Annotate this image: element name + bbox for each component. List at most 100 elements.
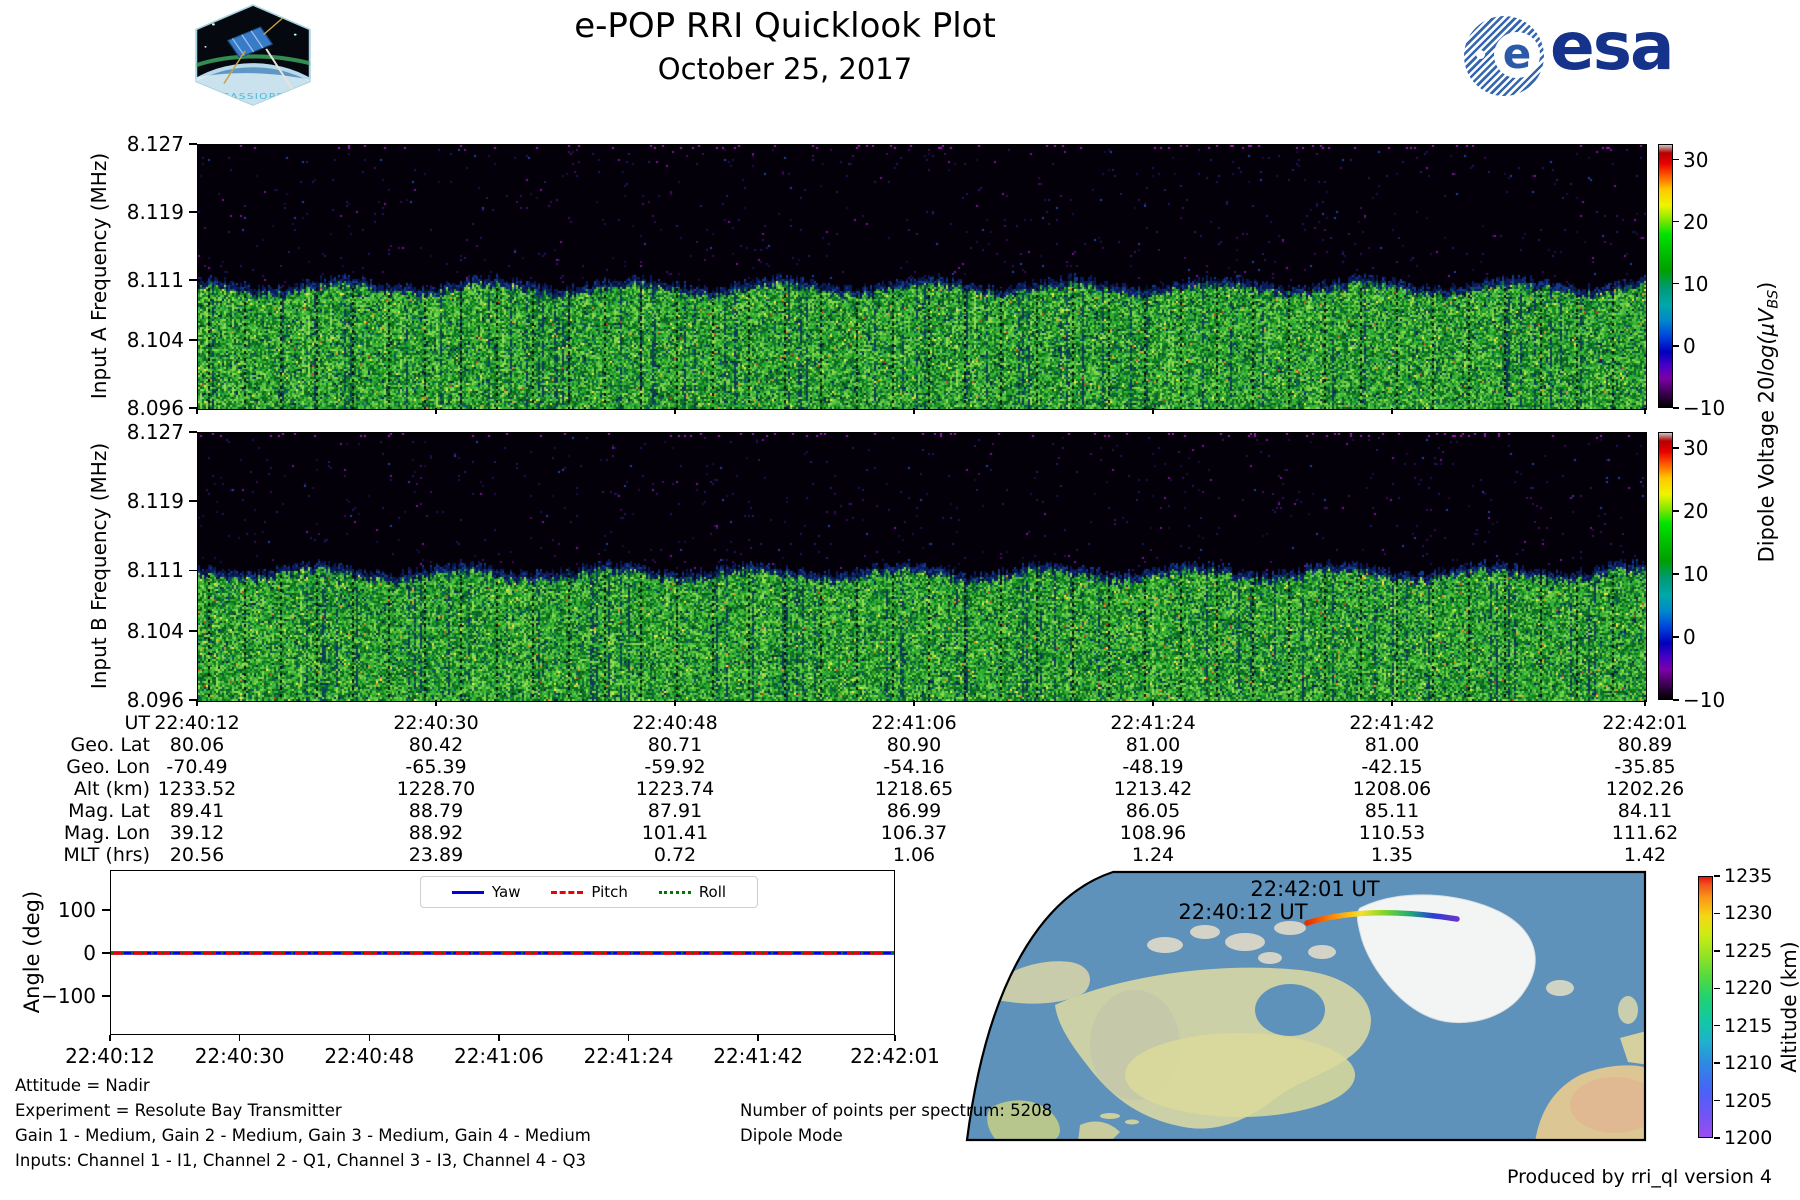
colorbar-tick-label: 0 [1683, 625, 1696, 650]
y-tick-label: 8.104 [126, 618, 184, 643]
y-tick-mark [189, 569, 197, 572]
altitude-tick-mark [1714, 987, 1720, 990]
ephemeris-value: 101.41 [641, 822, 709, 844]
spectrogram-a-frame [197, 144, 1647, 410]
legend-line-sample [658, 890, 691, 894]
spectrogram-b-ylabel: Input B Frequency (MHz) [87, 442, 111, 690]
ephemeris-value: 86.99 [886, 800, 942, 822]
ephemeris-value: 1228.70 [396, 778, 476, 800]
angle-x-tick-label: 22:40:48 [324, 1044, 415, 1068]
dipole-colorbar-label: Dipole Voltage 20log(μVBS) [1754, 281, 1782, 563]
x-tick-mark [435, 700, 437, 706]
ephemeris-value: 80.42 [408, 734, 464, 756]
colorbar-tick-label: 20 [1683, 209, 1709, 234]
points-note: Number of points per spectrum: 5208 [740, 1101, 1053, 1120]
altitude-tick-label: 1235 [1724, 865, 1773, 887]
ephemeris-value: 86.05 [1125, 800, 1181, 822]
colorbar-tick-label: 30 [1683, 435, 1709, 460]
x-tick-mark [1152, 408, 1154, 414]
legend-label: Pitch [591, 883, 628, 901]
ephemeris-value: 81.00 [1125, 734, 1181, 756]
altitude-tick-mark [1714, 1099, 1720, 1102]
ephemeris-value: 108.96 [1119, 822, 1187, 844]
y-tick-label: 8.111 [126, 268, 184, 293]
x-tick-mark [913, 700, 915, 706]
ephemeris-value: -35.85 [1614, 756, 1676, 778]
colorbar-tick-label: 10 [1683, 561, 1709, 586]
colorbar-tick-mark [1673, 636, 1679, 638]
legend-item-pitch: Pitch [551, 883, 628, 901]
gains-note: Gain 1 - Medium, Gain 2 - Medium, Gain 3… [15, 1126, 591, 1145]
ephemeris-value: 22:40:30 [393, 712, 479, 734]
altitude-tick-label: 1230 [1724, 902, 1773, 925]
altitude-tick-mark [1714, 875, 1720, 877]
mode-note: Dipole Mode [740, 1126, 843, 1145]
angle-x-tick-mark [894, 1035, 896, 1041]
angle-x-tick-label: 22:42:01 [850, 1044, 940, 1068]
legend-item-yaw: Yaw [451, 883, 521, 901]
angle-x-tick-mark [238, 1035, 241, 1041]
angle-x-tick-mark [627, 1035, 630, 1041]
angle-x-tick-label: 22:40:30 [194, 1044, 285, 1068]
esa-globe-e: e [1494, 32, 1540, 78]
attitude-note: Attitude = Nadir [15, 1076, 150, 1095]
x-tick-mark [435, 408, 437, 414]
legend-line-sample [451, 890, 484, 894]
ephemeris-value: 1202.26 [1605, 778, 1685, 800]
colorbar-tick-label: 10 [1683, 271, 1709, 296]
ephemeris-value: 110.53 [1358, 822, 1426, 844]
map-hudson-bay [1255, 984, 1325, 1036]
x-tick-mark [1391, 408, 1393, 414]
colorbar-tick-mark [1673, 699, 1679, 701]
spectrogram-b-canvas [198, 433, 1646, 701]
ephemeris-value: 1.35 [1370, 844, 1414, 866]
ephemeris-value: 1218.65 [874, 778, 954, 800]
ephemeris-value: 111.62 [1611, 822, 1679, 844]
y-tick-label: 8.111 [126, 558, 184, 583]
colorbar-tick-label: −10 [1683, 396, 1726, 420]
ephemeris-value: 87.91 [647, 800, 703, 822]
colorbar-tick-mark [1673, 407, 1679, 409]
ephemeris-value: 1233.52 [157, 778, 237, 800]
x-tick-mark [196, 408, 198, 414]
ephemeris-value: -59.92 [644, 756, 706, 778]
y-tick-mark [189, 630, 197, 632]
angle-x-tick-label: 22:41:06 [453, 1044, 544, 1068]
legend-item-roll: Roll [658, 883, 726, 901]
legend-label: Yaw [491, 883, 521, 901]
ephemeris-value: -48.19 [1122, 756, 1184, 778]
y-tick-mark [189, 431, 197, 433]
esa-globe-icon: e [1464, 16, 1544, 96]
angle-x-tick-mark [498, 1035, 500, 1041]
ephemeris-value: 22:40:48 [632, 712, 718, 734]
altitude-tick-mark [1714, 950, 1720, 952]
ephemeris-value: -70.49 [166, 756, 228, 778]
y-tick-label: 8.127 [126, 132, 184, 156]
y-tick-label: 8.104 [126, 327, 184, 352]
altitude-colorbar [1698, 876, 1713, 1138]
esa-logo: esa [1550, 8, 1675, 85]
x-tick-mark [1644, 700, 1646, 706]
ground-track-map: 22:42:01 UT 22:40:12 UT [965, 870, 1647, 1142]
experiment-note: Experiment = Resolute Bay Transmitter [15, 1101, 342, 1120]
colorbar-tick-label: 20 [1683, 498, 1709, 523]
track-end-label: 22:42:01 UT [1250, 877, 1379, 901]
ephemeris-value: 106.37 [880, 822, 948, 844]
y-tick-label: 8.119 [126, 200, 184, 225]
x-tick-mark [1644, 408, 1646, 414]
angle-x-tick-label: 22:41:24 [583, 1044, 674, 1068]
dipole-colorbar-a [1658, 144, 1673, 408]
track-start-label: 22:40:12 UT [1178, 900, 1307, 924]
ephemeris-value: 1.06 [892, 844, 936, 866]
y-tick-mark [189, 500, 197, 502]
ephemeris-value: 1213.42 [1113, 778, 1193, 800]
page-title: e-POP RRI Quicklook Plot [574, 6, 996, 46]
colorbar-tick-label: 30 [1683, 147, 1709, 172]
angle-y-tick-mark [102, 909, 110, 911]
y-tick-label: 8.127 [126, 420, 184, 444]
altitude-tick-label: 1220 [1724, 977, 1773, 1000]
ephemeris-value: 80.89 [1617, 734, 1673, 756]
colorbar-tick-mark [1673, 220, 1679, 223]
colorbar-tick-mark [1673, 447, 1679, 449]
ephemeris-value: 80.06 [169, 734, 225, 756]
